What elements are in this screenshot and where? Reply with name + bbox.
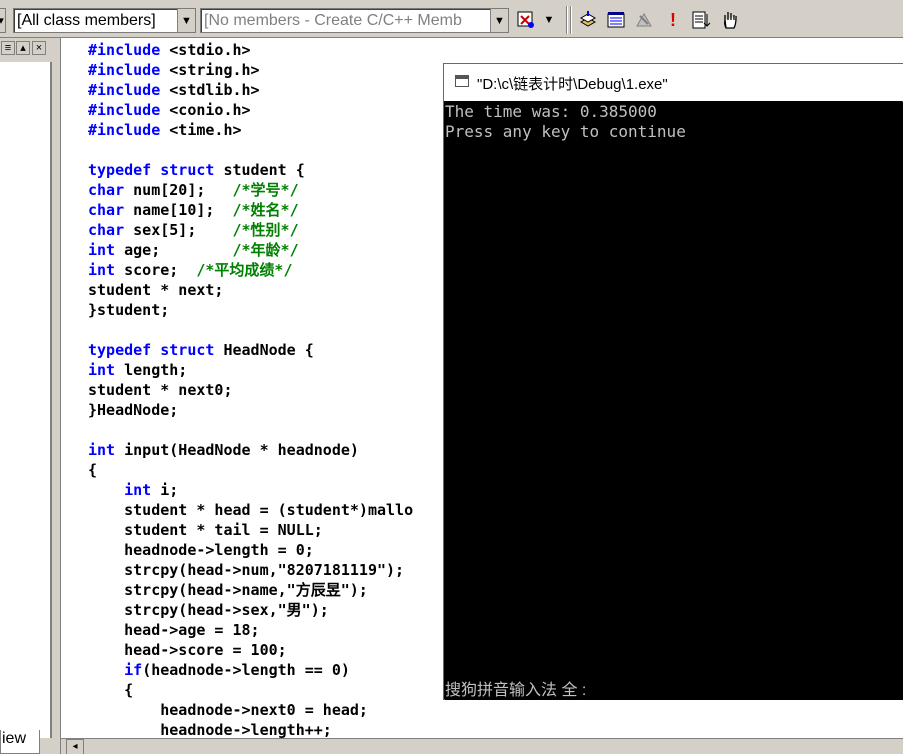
- code-text: headnode->length++;: [88, 721, 332, 739]
- code-text: student * head = (student*)mallo: [88, 501, 414, 519]
- code-text: num[20];: [124, 181, 233, 199]
- code-comment: /*姓名*/: [232, 201, 299, 219]
- code-text: {: [88, 681, 134, 699]
- workspace-pane: ≡ ▴ ×: [0, 38, 52, 738]
- code-keyword: #include: [88, 101, 161, 119]
- editor-gutter: [61, 38, 87, 738]
- code-text: <stdio.h>: [160, 41, 251, 59]
- toolbar-separator: [566, 6, 568, 34]
- code-text: strcpy(head->name,"方辰昱");: [88, 581, 368, 599]
- code-keyword: int: [88, 261, 116, 279]
- code-keyword: struct: [160, 161, 215, 179]
- console-output-area[interactable]: The time was: 0.385000 Press any key to …: [445, 102, 903, 700]
- members-value: [No members - Create C/C++ Memb: [204, 12, 462, 29]
- code-keyword: int: [88, 241, 116, 259]
- code-keyword: typedef: [88, 161, 152, 179]
- code-text: head->score = 100;: [88, 641, 287, 659]
- close-icon[interactable]: ×: [32, 41, 46, 55]
- code-text: headnode->next0 = head;: [88, 701, 368, 719]
- execute-icon[interactable]: !: [662, 9, 684, 31]
- code-keyword: if: [124, 661, 143, 679]
- code-text: strcpy(head->num,"8207181119");: [88, 561, 405, 579]
- code-line[interactable]: #include <stdio.h>: [88, 40, 903, 60]
- code-keyword: char: [88, 181, 125, 199]
- chevron-down-icon[interactable]: ▼: [490, 9, 508, 32]
- wizard-action-icon[interactable]: [515, 9, 537, 31]
- code-keyword: struct: [160, 341, 215, 359]
- compile-icon[interactable]: [577, 9, 599, 31]
- code-text: }HeadNode;: [88, 401, 179, 419]
- code-text: headnode->length = 0;: [88, 541, 314, 559]
- pane-menu-icon[interactable]: ≡: [1, 41, 15, 55]
- code-text: }student;: [88, 301, 170, 319]
- code-comment: /*学号*/: [232, 181, 299, 199]
- code-text: <time.h>: [160, 121, 242, 139]
- code-text: i;: [151, 481, 179, 499]
- console-title-bar[interactable]: "D:\c\链表计时\Debug\1.exe": [444, 64, 903, 101]
- code-keyword: int: [88, 441, 116, 459]
- file-view-tab[interactable]: iew: [0, 730, 40, 754]
- code-text: <string.h>: [160, 61, 260, 79]
- console-window[interactable]: "D:\c\链表计时\Debug\1.exe" The time was: 0.…: [443, 63, 903, 700]
- code-text: student * next0;: [88, 381, 233, 399]
- scope-combo-edge[interactable]: ▾: [0, 8, 6, 33]
- console-title: "D:\c\链表计时\Debug\1.exe": [477, 76, 668, 93]
- code-comment: /*年龄*/: [232, 241, 299, 259]
- code-text: name[10];: [124, 201, 233, 219]
- code-text: strcpy(head->sex,"男");: [88, 601, 329, 619]
- code-text: student {: [214, 161, 305, 179]
- code-text: length;: [115, 361, 188, 379]
- console-output-line: Press any key to continue: [445, 122, 686, 141]
- chevron-down-icon: ▾: [0, 9, 5, 32]
- code-keyword: #include: [88, 81, 161, 99]
- code-text: sex[5];: [124, 221, 233, 239]
- code-text: <conio.h>: [160, 101, 251, 119]
- code-keyword: typedef: [88, 341, 152, 359]
- code-text: (headnode->length == 0): [142, 661, 350, 679]
- code-text: score;: [115, 261, 197, 279]
- code-keyword: #include: [88, 41, 161, 59]
- code-keyword: #include: [88, 61, 161, 79]
- class-members-value: [All class members]: [17, 12, 156, 29]
- workspace-pane-header: ≡ ▴ ×: [0, 38, 52, 62]
- console-output-line: The time was: 0.385000: [445, 102, 657, 121]
- file-view-tab-label: iew: [2, 730, 27, 747]
- code-text: {: [88, 461, 98, 479]
- code-text: head->age = 18;: [88, 621, 260, 639]
- stop-build-icon[interactable]: [633, 9, 655, 31]
- code-line[interactable]: headnode->next0 = head;: [88, 700, 903, 720]
- code-comment: /*平均成绩*/: [196, 261, 293, 279]
- members-combo[interactable]: [No members - Create C/C++ Memb ▼: [200, 8, 509, 33]
- console-window-icon: [455, 75, 469, 87]
- code-text: <stdlib.h>: [160, 81, 260, 99]
- build-icon[interactable]: [605, 9, 627, 31]
- chevron-down-icon[interactable]: ▼: [177, 9, 195, 32]
- ime-status-text: 搜狗拼音输入法 全 :: [445, 682, 587, 699]
- code-text: student * tail = NULL;: [88, 521, 323, 539]
- class-members-combo[interactable]: [All class members] ▼: [13, 8, 196, 33]
- code-keyword: int: [124, 481, 152, 499]
- code-keyword: char: [88, 201, 125, 219]
- code-text: input(HeadNode * headnode): [115, 441, 359, 459]
- code-line[interactable]: headnode->length++;: [88, 720, 903, 740]
- code-keyword: char: [88, 221, 125, 239]
- hand-breakpoint-icon[interactable]: [719, 9, 741, 31]
- toolbar-separator: [570, 6, 572, 34]
- code-text: age;: [115, 241, 233, 259]
- code-keyword: int: [88, 361, 116, 379]
- code-text: student * next;: [88, 281, 224, 299]
- wizard-toolbar: ▾ [All class members] ▼ [No members - Cr…: [0, 0, 903, 38]
- chevron-down-icon[interactable]: ▼: [538, 9, 560, 31]
- code-text: HeadNode {: [214, 341, 314, 359]
- code-keyword: #include: [88, 121, 161, 139]
- pane-restore-icon[interactable]: ▴: [16, 41, 30, 55]
- go-debug-icon[interactable]: [690, 9, 712, 31]
- scroll-left-icon[interactable]: ◂: [66, 739, 84, 754]
- horizontal-scrollbar[interactable]: ◂: [61, 738, 903, 754]
- code-comment: /*性别*/: [232, 221, 299, 239]
